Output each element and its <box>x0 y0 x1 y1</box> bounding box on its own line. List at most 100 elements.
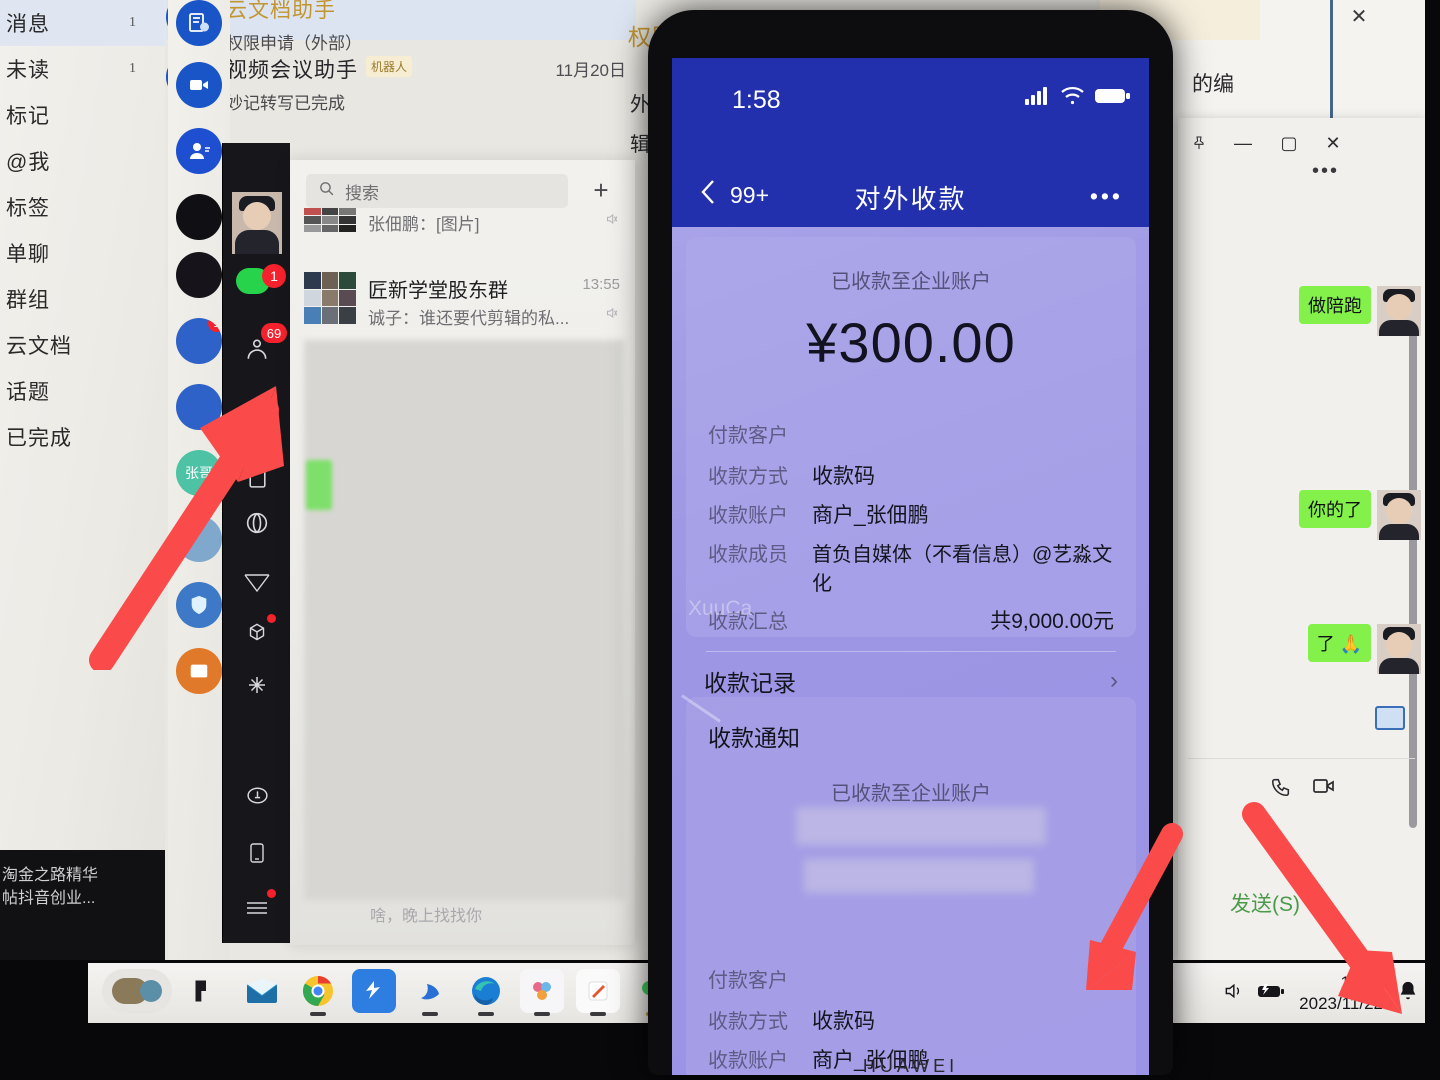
sidebar-item-topics[interactable]: 话题 <box>0 368 165 414</box>
blurred-green-bubble <box>306 460 332 510</box>
volume-icon[interactable] <box>1223 981 1243 1006</box>
more-menu-icon[interactable] <box>237 888 277 928</box>
list-item-message: 诚子：谁还要代剪辑的私... <box>368 309 570 328</box>
mobile-device-icon[interactable] <box>237 833 277 873</box>
avatar-user-5[interactable] <box>176 516 222 562</box>
sidebar-item-mentions[interactable]: @我 <box>0 138 165 184</box>
page-title: 对外收款 <box>854 184 967 214</box>
row-key: 收款账户 <box>708 1050 788 1072</box>
dingtalk-icon[interactable] <box>352 969 396 1013</box>
sidebar-item-label: 群组 <box>6 289 50 312</box>
row-value: 收款码 <box>812 465 875 488</box>
sidebar-item-count: 1 <box>129 61 137 76</box>
document-icon[interactable] <box>237 457 277 497</box>
sidebar-item-label: 消息 <box>6 13 50 36</box>
sidebar-item-cloud-docs[interactable]: 云文档 <box>0 322 165 368</box>
avatar-zhangge[interactable]: 张哥 <box>176 450 222 496</box>
sidebar-item-marked[interactable]: 标记 <box>0 92 165 138</box>
sidebar-item-single-chat[interactable]: 单聊 <box>0 230 165 276</box>
maximize-icon[interactable]: ▢ <box>1272 128 1306 158</box>
phone-clock: 1:58 <box>732 86 781 114</box>
sidebar-item-unread[interactable]: 未读 1 <box>0 46 165 92</box>
top-close-icon[interactable]: ✕ <box>1342 2 1376 30</box>
phone-icon[interactable] <box>1270 776 1292 804</box>
start-user-icon[interactable] <box>102 969 172 1013</box>
battery-icon[interactable] <box>1257 982 1285 1005</box>
sidebar-item-label: 单聊 <box>6 243 50 266</box>
avatar-user-1[interactable] <box>176 194 222 240</box>
split-pane-icon[interactable] <box>1375 706 1405 730</box>
window-overflow-icon[interactable]: ••• <box>1312 160 1339 183</box>
blurred-chat-content <box>304 340 624 900</box>
avatar-user-2[interactable] <box>176 252 222 298</box>
avatar <box>1377 490 1421 540</box>
minimize-icon[interactable]: — <box>1226 128 1260 158</box>
pin-icon[interactable] <box>1182 128 1216 158</box>
sidebar-item-tags[interactable]: 标签 <box>0 184 165 230</box>
avatar <box>1377 624 1421 674</box>
payer-section-label: 付款客户 <box>708 970 788 992</box>
behind-window-fragment-1: 外 <box>630 94 650 116</box>
behind-window-fragment-2: 辑 <box>630 134 650 156</box>
notes-icon[interactable] <box>576 969 620 1016</box>
sidebar-item-messages[interactable]: 消息 1 <box>0 0 165 46</box>
sidebar-item-label: @我 <box>6 151 51 174</box>
close-icon[interactable]: ✕ <box>1316 128 1350 158</box>
file-explorer-icon[interactable] <box>184 969 228 1013</box>
moments-icon[interactable] <box>237 775 277 815</box>
phone-screen: 1:58 99+ 对外收款 ••• 已收款至企业账户 ¥300.00 付款客户 … <box>672 58 1149 1075</box>
avatar-user-4[interactable] <box>176 384 222 430</box>
row-value: 首负自媒体（不看信息）@艺淼文化 <box>812 544 1113 595</box>
window-divider-line <box>1330 0 1333 120</box>
avatar-video-meeting[interactable] <box>176 62 222 108</box>
dingtalk-icon-rail: 69 <box>222 143 290 943</box>
wifi-icon <box>1060 86 1086 111</box>
more-options-icon[interactable]: ••• <box>1090 183 1123 210</box>
contacts-icon[interactable]: 69 <box>237 323 287 369</box>
mail-icon[interactable] <box>240 969 284 1013</box>
avatar-app-orange[interactable] <box>176 648 222 694</box>
chevron-right-icon: › <box>1110 667 1118 694</box>
row-value: 共9,000.00元 <box>990 610 1114 633</box>
filter-sidebar: 消息 1 未读 1 标记 @我 标签 单聊 群组 云文档 话题 已完成 淘金之路… <box>0 0 165 960</box>
edge-icon[interactable] <box>464 969 508 1016</box>
unread-badge: 1 <box>208 318 222 332</box>
bell-icon[interactable] <box>1397 980 1419 1007</box>
row-key: 收款账户 <box>708 505 788 527</box>
workspace-icon[interactable] <box>237 393 277 433</box>
running-indicator <box>478 1012 494 1016</box>
new-chat-button[interactable]: + <box>585 174 617 206</box>
row-key: 收款方式 <box>708 1011 788 1033</box>
ai-assistant-icon[interactable] <box>237 503 277 543</box>
self-video-thumbnail[interactable] <box>232 192 282 254</box>
avatar-contact-add[interactable] <box>176 128 222 174</box>
send-button[interactable]: 发送(S) <box>1230 888 1300 918</box>
avatar-head <box>243 202 271 230</box>
chat-scrollbar[interactable] <box>1409 328 1417 828</box>
avatar-shield[interactable] <box>176 582 222 628</box>
notification-title: 收款通知 <box>708 725 800 751</box>
sidebar-item-completed[interactable]: 已完成 <box>0 414 165 460</box>
conversation-item-video-meeting[interactable]: 视频会议助手 机器人 妙记转写已完成 11月20日 <box>166 54 636 114</box>
meeting-icon[interactable] <box>237 563 277 603</box>
sidebar-item-groups[interactable]: 群组 <box>0 276 165 322</box>
chat-bubble: 了 🙏 <box>1307 624 1372 662</box>
wps-icon[interactable] <box>520 969 564 1016</box>
phone-content: 已收款至企业账户 ¥300.00 付款客户 收款方式 收款码 收款账户 商户_张… <box>672 227 1149 1075</box>
taskbar-clock[interactable]: 13:59 2023/11/22 <box>1299 972 1383 1015</box>
feishu-icon[interactable] <box>408 969 452 1016</box>
apps-grid-icon[interactable] <box>237 613 277 653</box>
avatar-cloud-doc[interactable] <box>176 0 222 46</box>
avatar-user-3[interactable]: 1 <box>176 318 222 364</box>
spark-icon[interactable] <box>237 665 277 705</box>
conversation-title: 云文档助手 <box>226 0 336 22</box>
search-input[interactable]: 搜索 <box>306 174 568 208</box>
signal-icon <box>1025 86 1051 111</box>
chat-bubble: 你的了 <box>1299 490 1371 528</box>
chrome-icon[interactable] <box>296 969 340 1016</box>
video-camera-icon[interactable] <box>1312 776 1336 802</box>
receipt-row-account: 收款账户 商户_张佃鹏 <box>708 499 1114 529</box>
phone-brand: HUAWEI <box>862 1056 959 1075</box>
list-item-name: 匠新学堂股东群 <box>368 280 508 302</box>
list-item-message: 张佃鹏：[图片] <box>368 215 480 234</box>
